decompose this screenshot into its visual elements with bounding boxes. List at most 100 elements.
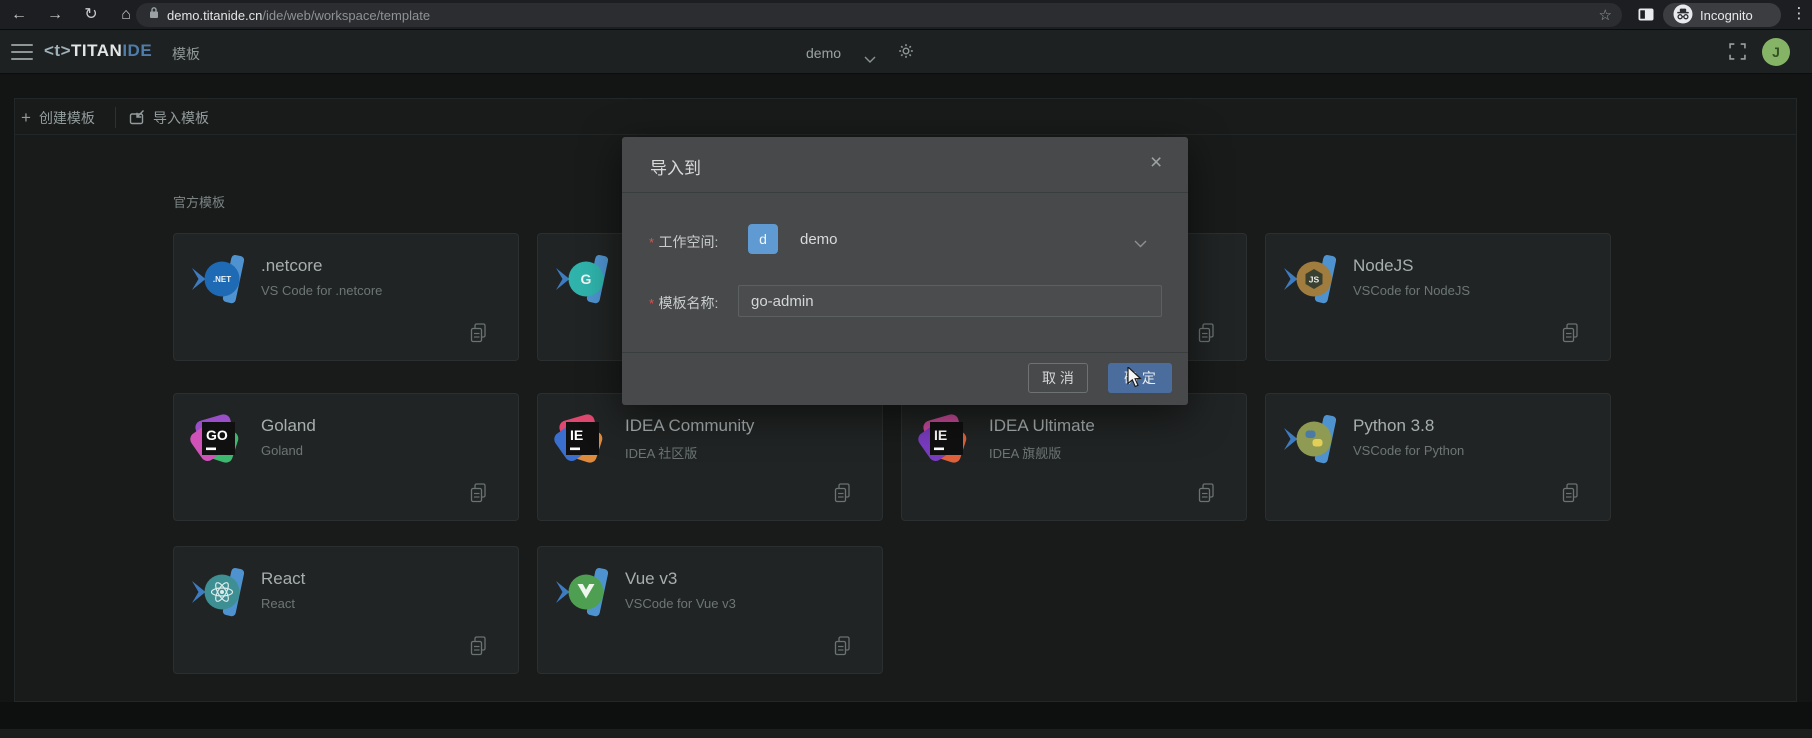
template-card-idea-community[interactable]: IE IDEA Community IDEA 社区版: [537, 393, 883, 521]
url-text: demo.titanide.cn/ide/web/workspace/templ…: [167, 8, 430, 23]
import-dialog: 导入到 × * 工作空间: d demo * 模板名称: 取 消 确 定: [622, 137, 1188, 405]
template-icon: .NET: [190, 252, 244, 306]
template-title: Python 3.8: [1353, 416, 1434, 436]
svg-text:IE: IE: [570, 427, 583, 443]
template-icon: G: [554, 252, 608, 306]
fullscreen-icon[interactable]: [1729, 43, 1746, 65]
avatar[interactable]: J: [1762, 38, 1790, 66]
bottom-strip: [0, 729, 1812, 738]
template-title: IDEA Community: [625, 416, 754, 436]
svg-text:GO: GO: [206, 427, 228, 443]
mouse-cursor: [1127, 367, 1147, 394]
document-icon[interactable]: [467, 322, 489, 349]
incognito-badge: Incognito: [1663, 3, 1781, 27]
dialog-header-divider: [622, 192, 1188, 193]
document-icon[interactable]: [467, 482, 489, 509]
toolbar-divider: [115, 107, 116, 128]
lock-icon: [149, 6, 159, 24]
svg-text:IE: IE: [934, 427, 947, 443]
template-subtitle: VS Code for .netcore: [261, 283, 382, 298]
template-icon: [190, 565, 244, 619]
document-icon[interactable]: [1195, 322, 1217, 349]
bookmark-star-icon[interactable]: ☆: [1599, 6, 1612, 24]
template-title: NodeJS: [1353, 256, 1413, 276]
home-icon[interactable]: ⌂: [115, 4, 137, 26]
template-icon: [1282, 412, 1336, 466]
gear-icon[interactable]: [898, 43, 914, 64]
template-subtitle: IDEA 社区版: [625, 443, 697, 462]
logo-ide: IDE: [122, 41, 152, 60]
chevron-down-icon[interactable]: [864, 50, 876, 68]
template-card-vue[interactable]: Vue v3 VSCode for Vue v3: [537, 546, 883, 674]
template-name-field-label: * 模板名称:: [649, 293, 718, 313]
forward-icon[interactable]: →: [44, 4, 66, 26]
back-icon[interactable]: ←: [8, 4, 30, 26]
required-mark: *: [649, 235, 654, 250]
template-name-input[interactable]: [738, 285, 1162, 317]
document-icon[interactable]: [1559, 482, 1581, 509]
logo-titan: TITAN: [71, 41, 122, 60]
create-template-label: 创建模板: [39, 108, 95, 128]
template-subtitle: IDEA 旗舰版: [989, 443, 1061, 462]
template-card-idea-ultimate[interactable]: IE IDEA Ultimate IDEA 旗舰版: [901, 393, 1247, 521]
template-icon: IE: [918, 412, 972, 466]
document-icon[interactable]: [831, 482, 853, 509]
template-card-nodejs[interactable]: JS NodeJS VSCode for NodeJS: [1265, 233, 1611, 361]
app-logo: <t>TITANIDE: [44, 41, 152, 61]
template-title: .netcore: [261, 256, 322, 276]
template-icon: GO: [190, 412, 244, 466]
toolbar-separator: [14, 134, 1797, 135]
plus-icon: +: [21, 110, 31, 126]
url-domain: demo.titanide.cn: [167, 8, 262, 23]
app-header: <t>TITANIDE 模板 demo J: [0, 30, 1812, 74]
template-icon: [554, 565, 608, 619]
template-title: Goland: [261, 416, 316, 436]
template-icon: IE: [554, 412, 608, 466]
document-icon[interactable]: [831, 635, 853, 662]
workspace-badge: d: [748, 224, 778, 254]
template-subtitle: VSCode for Vue v3: [625, 596, 736, 611]
template-subtitle: VSCode for NodeJS: [1353, 283, 1470, 298]
workspace-selector[interactable]: demo: [806, 45, 841, 61]
cancel-button[interactable]: 取 消: [1028, 363, 1088, 393]
workspace-field-label: * 工作空间:: [649, 232, 718, 252]
dialog-footer-divider: [622, 352, 1188, 353]
template-card-python[interactable]: Python 3.8 VSCode for Python: [1265, 393, 1611, 521]
template-title: Vue v3: [625, 569, 677, 589]
template-subtitle: VSCode for Python: [1353, 443, 1464, 458]
url-path: /ide/web/workspace/template: [262, 8, 430, 23]
hamburger-menu-icon[interactable]: [11, 44, 33, 60]
workspace-select-value[interactable]: demo: [800, 231, 838, 248]
import-template-label: 导入模板: [153, 108, 209, 128]
dialog-title: 导入到: [650, 154, 701, 179]
svg-text:JS: JS: [1309, 275, 1320, 285]
document-icon[interactable]: [467, 635, 489, 662]
import-template-button[interactable]: 导入模板: [129, 108, 209, 128]
chevron-down-icon[interactable]: [1134, 235, 1147, 253]
template-icon: JS: [1282, 252, 1336, 306]
svg-text:.NET: .NET: [213, 275, 231, 284]
side-panel-icon[interactable]: [1638, 8, 1654, 26]
document-icon[interactable]: [1195, 482, 1217, 509]
import-icon: [129, 109, 145, 128]
reload-icon[interactable]: ↻: [80, 4, 102, 26]
section-title: 官方模板: [173, 192, 225, 211]
document-icon[interactable]: [1559, 322, 1581, 349]
incognito-icon: [1673, 4, 1693, 27]
close-icon[interactable]: ×: [1150, 149, 1162, 177]
required-mark: *: [649, 296, 654, 311]
template-subtitle: React: [261, 596, 295, 611]
create-template-button[interactable]: + 创建模板: [21, 108, 95, 128]
address-bar[interactable]: demo.titanide.cn/ide/web/workspace/templ…: [136, 3, 1622, 27]
browser-chrome: ← → ↻ ⌂ demo.titanide.cn/ide/web/workspa…: [0, 0, 1812, 30]
template-card-goland[interactable]: GO Goland Goland: [173, 393, 519, 521]
template-card-react[interactable]: React React: [173, 546, 519, 674]
page-title: 模板: [172, 44, 200, 64]
screen: ← → ↻ ⌂ demo.titanide.cn/ide/web/workspa…: [0, 0, 1812, 738]
template-title: React: [261, 569, 305, 589]
template-card-netcore[interactable]: .NET .netcore VS Code for .netcore: [173, 233, 519, 361]
template-title: IDEA Ultimate: [989, 416, 1095, 436]
svg-text:G: G: [581, 271, 592, 287]
browser-menu-icon[interactable]: ⋮: [1790, 4, 1808, 22]
incognito-label: Incognito: [1700, 8, 1753, 23]
